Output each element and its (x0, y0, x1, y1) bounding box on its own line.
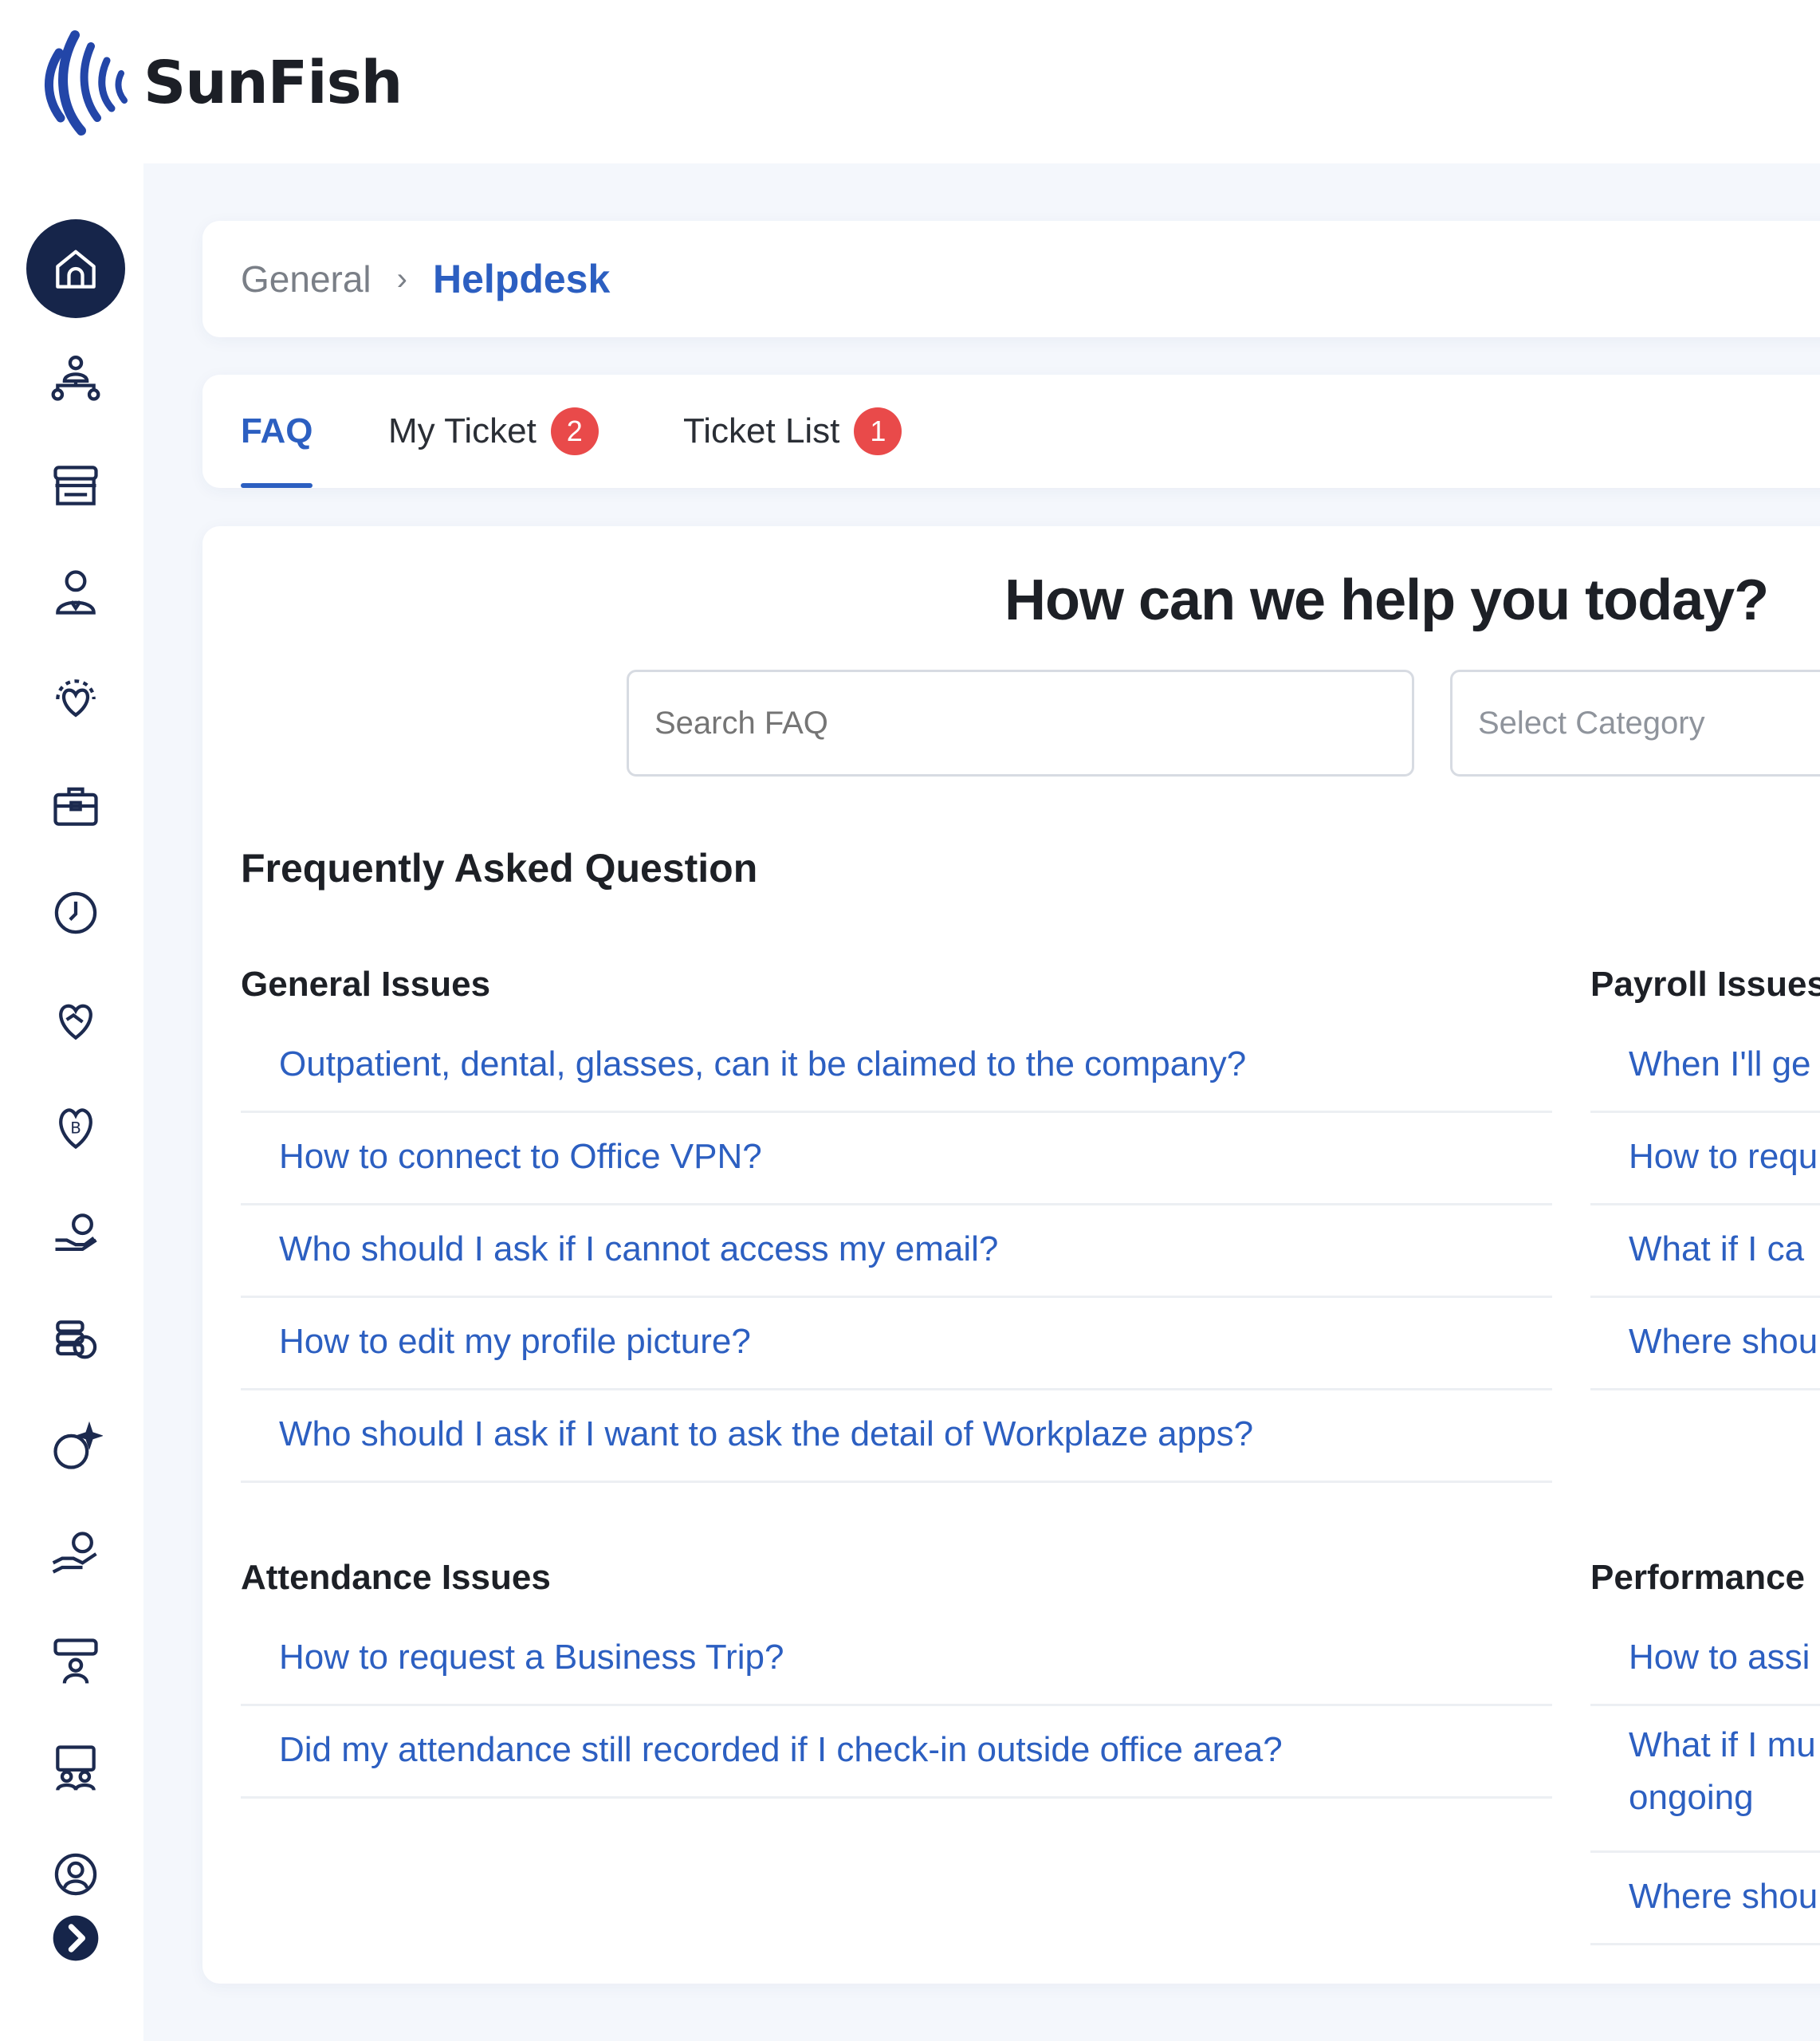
faq-list-payroll: When I'll ge How to requ What if I ca Wh… (1590, 1020, 1820, 1390)
section-title-general: General Issues (241, 965, 491, 1004)
clock-icon (54, 891, 97, 934)
faq-link[interactable]: Where shou (1590, 1298, 1820, 1390)
heart-handshake-icon (59, 1004, 92, 1040)
hand-coin-icon (55, 1213, 97, 1251)
tab-active-indicator (241, 483, 313, 488)
faq-link[interactable]: How to request a Business Trip? (241, 1614, 1552, 1706)
my-ticket-count-badge: 2 (550, 407, 599, 455)
faq-link[interactable]: Who should I ask if I want to ask the de… (241, 1390, 1552, 1483)
nav-bonus[interactable] (26, 1398, 125, 1496)
main-content: General › Helpdesk FAQ My Ticket 2 Ticke… (143, 163, 1820, 2041)
faq-link[interactable]: Did my attendance still recorded if I ch… (241, 1706, 1552, 1799)
ticket-list-count-badge: 1 (854, 407, 902, 455)
breadcrumb-card: General › Helpdesk (202, 221, 1820, 337)
section-title-performance: Performance (1590, 1558, 1806, 1597)
faq-link[interactable]: How to edit my profile picture? (241, 1298, 1552, 1390)
faq-list-general: Outpatient, dental, glasses, can it be c… (241, 1020, 1552, 1483)
tab-my-ticket-label: My Ticket (388, 411, 537, 450)
tab-ticket-list[interactable]: Ticket List 1 (683, 375, 902, 488)
breadcrumb-helpdesk: Helpdesk (432, 257, 611, 301)
store-icon (53, 466, 98, 505)
faq-list-attendance: How to request a Business Trip? Did my a… (241, 1614, 1552, 1799)
faq-link[interactable]: How to connect to Office VPN? (241, 1113, 1552, 1205)
nav-benefit[interactable] (26, 970, 125, 1069)
search-input[interactable] (627, 670, 1414, 777)
nav-training[interactable] (26, 1611, 125, 1710)
section-title-payroll: Payroll Issues (1590, 965, 1820, 1004)
nav-claims[interactable]: B (26, 1077, 125, 1176)
app-header: SunFish (0, 0, 1820, 163)
tab-my-ticket[interactable]: My Ticket 2 (388, 375, 599, 488)
breadcrumb: General › Helpdesk (241, 256, 610, 302)
chevron-right-icon (53, 1915, 99, 1961)
nav-payroll[interactable] (26, 1291, 125, 1390)
faq-link[interactable]: Who should I ask if I cannot access my e… (241, 1205, 1552, 1298)
nav-loan[interactable] (26, 1504, 125, 1603)
presentation-user-icon (53, 1638, 98, 1684)
faq-link[interactable]: Outpatient, dental, glasses, can it be c… (241, 1020, 1552, 1113)
user-icon (56, 570, 96, 615)
nav-home[interactable] (26, 219, 125, 318)
nav-organization[interactable] (26, 329, 125, 428)
chevron-right-icon: › (396, 261, 407, 297)
faq-card: How can we help you today? Select Catego… (202, 526, 1820, 1984)
sidebar: B (0, 163, 143, 2041)
coins-icon (56, 1320, 97, 1359)
nav-employee[interactable] (26, 543, 125, 642)
faq-list-performance: How to assi What if I mu ongoing Where s… (1590, 1614, 1820, 1945)
board-users-icon (56, 1745, 96, 1791)
nav-wellness[interactable] (26, 650, 125, 749)
section-title-attendance: Attendance Issues (241, 1558, 551, 1597)
sunfish-logo[interactable]: SunFish (41, 29, 403, 137)
faq-link[interactable]: How to assi (1590, 1614, 1820, 1706)
category-select[interactable]: Select Category (1450, 670, 1820, 777)
faq-link[interactable]: What if I ca (1590, 1205, 1820, 1298)
heart-shield-icon (56, 679, 96, 718)
org-chart-icon (51, 355, 100, 401)
faq-link[interactable]: When I'll ge (1590, 1020, 1820, 1113)
faq-link[interactable]: Where shou (1590, 1853, 1820, 1945)
nav-time[interactable] (26, 863, 125, 962)
briefcase-icon (53, 787, 98, 826)
nav-reimburse[interactable] (26, 1184, 125, 1283)
sidebar-expand-button[interactable] (26, 1889, 125, 1988)
home-icon (56, 250, 96, 289)
faq-link[interactable]: How to requ (1590, 1113, 1820, 1205)
heart-coin-icon: B (59, 1108, 92, 1150)
brand-name: SunFish (143, 49, 403, 117)
nav-recruitment[interactable] (26, 1718, 125, 1817)
category-select-placeholder: Select Category (1478, 705, 1705, 741)
tab-bar: FAQ My Ticket 2 Ticket List 1 (202, 375, 1820, 488)
nav-work[interactable] (26, 757, 125, 855)
tab-faq-label: FAQ (241, 411, 313, 450)
help-title: How can we help you today? (1004, 568, 1769, 632)
breadcrumb-general[interactable]: General (241, 258, 371, 301)
faq-link[interactable]: What if I mu ongoing (1590, 1706, 1820, 1853)
hand-money-icon (52, 1532, 97, 1574)
tab-ticket-list-label: Ticket List (683, 411, 840, 450)
coin-sparkle-icon (53, 1421, 103, 1469)
nav-store[interactable] (26, 436, 125, 535)
sunfish-logo-icon (45, 30, 128, 136)
faq-heading: Frequently Asked Question (241, 846, 758, 891)
tab-faq[interactable]: FAQ (241, 375, 313, 488)
svg-text:B: B (70, 1119, 81, 1138)
